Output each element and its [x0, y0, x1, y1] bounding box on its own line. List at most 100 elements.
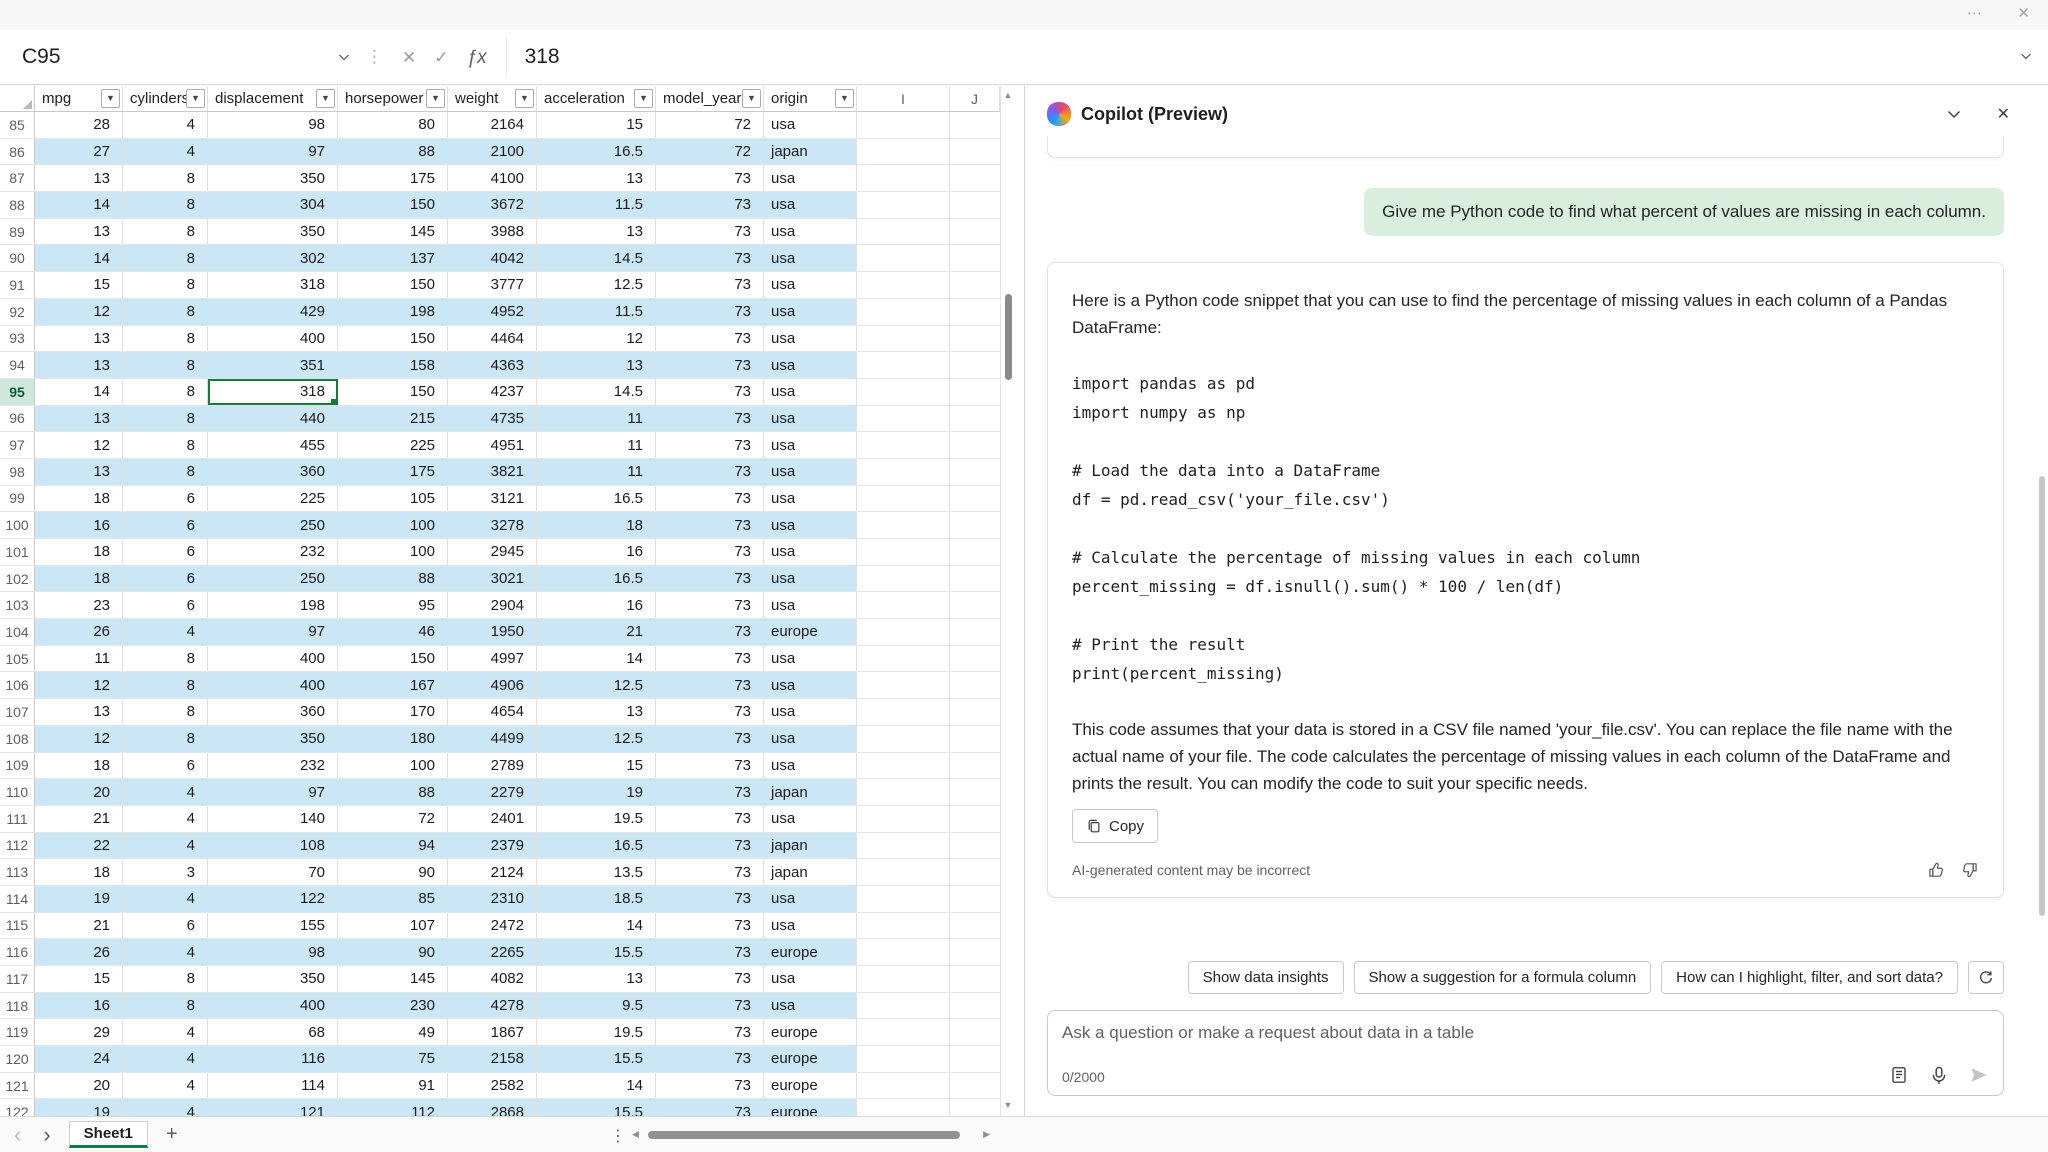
- cell[interactable]: 2265: [448, 939, 537, 965]
- cell[interactable]: [857, 112, 950, 138]
- cell[interactable]: 73: [656, 219, 764, 245]
- cell[interactable]: 21: [537, 619, 656, 645]
- cell[interactable]: [857, 272, 950, 298]
- cell[interactable]: 4951: [448, 432, 537, 458]
- cell[interactable]: 73: [656, 459, 764, 485]
- cell[interactable]: 12.5: [537, 726, 656, 752]
- cell[interactable]: [857, 592, 950, 618]
- cell[interactable]: 112: [338, 1099, 448, 1116]
- cell[interactable]: usa: [764, 566, 857, 592]
- cell[interactable]: [857, 299, 950, 325]
- cell[interactable]: [950, 1099, 1000, 1116]
- cell[interactable]: 18: [35, 566, 123, 592]
- suggestion-chip[interactable]: Show data insights: [1188, 961, 1344, 994]
- cell[interactable]: 28: [35, 112, 123, 138]
- cell[interactable]: europe: [764, 1073, 857, 1099]
- cell[interactable]: usa: [764, 592, 857, 618]
- table-column-header[interactable]: origin▼: [764, 86, 857, 111]
- vertical-scrollbar[interactable]: ▲ ▼: [1000, 86, 1015, 1116]
- cell[interactable]: [857, 939, 950, 965]
- cell[interactable]: 13: [35, 165, 123, 191]
- cell[interactable]: 6: [123, 539, 208, 565]
- cell[interactable]: 90: [338, 939, 448, 965]
- cell[interactable]: 13: [35, 219, 123, 245]
- cell[interactable]: [950, 1046, 1000, 1072]
- cell[interactable]: 73: [656, 486, 764, 512]
- cell[interactable]: europe: [764, 1019, 857, 1045]
- row-header[interactable]: 114: [0, 886, 35, 912]
- cell[interactable]: 13: [537, 219, 656, 245]
- row-header[interactable]: 111: [0, 806, 35, 832]
- cell[interactable]: 18: [537, 512, 656, 538]
- cell[interactable]: [857, 699, 950, 725]
- cell[interactable]: 11: [537, 459, 656, 485]
- cell[interactable]: [950, 245, 1000, 271]
- collapse-panel-icon[interactable]: [1947, 109, 1961, 119]
- row-header[interactable]: 117: [0, 966, 35, 992]
- cell[interactable]: 14.5: [537, 379, 656, 405]
- cell[interactable]: [857, 833, 950, 859]
- cell[interactable]: 4: [123, 1046, 208, 1072]
- cell[interactable]: 18: [35, 753, 123, 779]
- cell[interactable]: usa: [764, 326, 857, 352]
- cell[interactable]: 8: [123, 672, 208, 698]
- cell[interactable]: [950, 1019, 1000, 1045]
- cell[interactable]: 22: [35, 833, 123, 859]
- cell[interactable]: 88: [338, 139, 448, 165]
- cell[interactable]: 107: [338, 913, 448, 939]
- cell[interactable]: 225: [338, 432, 448, 458]
- cell[interactable]: 90: [338, 859, 448, 885]
- cell[interactable]: 73: [656, 646, 764, 672]
- cell[interactable]: 3: [123, 859, 208, 885]
- cell[interactable]: 8: [123, 459, 208, 485]
- cell[interactable]: 73: [656, 833, 764, 859]
- horizontal-scrollbar[interactable]: ◀ ▶: [632, 1117, 990, 1152]
- row-header[interactable]: 102: [0, 566, 35, 592]
- cell[interactable]: [950, 993, 1000, 1019]
- window-close-icon[interactable]: ✕: [2017, 6, 2030, 21]
- cell[interactable]: 100: [338, 539, 448, 565]
- sheet-tab[interactable]: Sheet1: [69, 1121, 148, 1148]
- cell[interactable]: [857, 165, 950, 191]
- cell[interactable]: usa: [764, 512, 857, 538]
- scroll-down-icon[interactable]: ▼: [1001, 1100, 1015, 1110]
- row-header[interactable]: 120: [0, 1046, 35, 1072]
- cell[interactable]: [857, 646, 950, 672]
- column-letter-header[interactable]: J: [950, 86, 1000, 111]
- cell[interactable]: 72: [656, 112, 764, 138]
- cell[interactable]: 13: [35, 406, 123, 432]
- cell[interactable]: 3821: [448, 459, 537, 485]
- cell[interactable]: 4464: [448, 326, 537, 352]
- cell[interactable]: [857, 459, 950, 485]
- cell[interactable]: europe: [764, 1046, 857, 1072]
- table-column-header[interactable]: acceleration▼: [537, 86, 656, 111]
- cell[interactable]: [857, 779, 950, 805]
- cell[interactable]: 3121: [448, 486, 537, 512]
- cell[interactable]: 4654: [448, 699, 537, 725]
- cell[interactable]: 225: [208, 486, 338, 512]
- cell[interactable]: 16.5: [537, 566, 656, 592]
- column-letter-header[interactable]: I: [857, 86, 950, 111]
- cell[interactable]: 100: [338, 753, 448, 779]
- cell[interactable]: [857, 806, 950, 832]
- cell[interactable]: 400: [208, 326, 338, 352]
- row-header[interactable]: 94: [0, 352, 35, 378]
- cell[interactable]: 15.5: [537, 1046, 656, 1072]
- cell[interactable]: [950, 886, 1000, 912]
- cell[interactable]: 19: [35, 886, 123, 912]
- cell[interactable]: 100: [338, 512, 448, 538]
- cell[interactable]: 97: [208, 779, 338, 805]
- cell[interactable]: 49: [338, 1019, 448, 1045]
- cell[interactable]: europe: [764, 939, 857, 965]
- cell[interactable]: 6: [123, 566, 208, 592]
- cell[interactable]: usa: [764, 272, 857, 298]
- cell[interactable]: 145: [338, 219, 448, 245]
- filter-dropdown-button[interactable]: ▼: [316, 89, 335, 108]
- table-column-header[interactable]: horsepower▼: [338, 86, 448, 111]
- cell[interactable]: 15: [35, 966, 123, 992]
- cell[interactable]: 8: [123, 299, 208, 325]
- cell[interactable]: 4: [123, 886, 208, 912]
- row-header[interactable]: 101: [0, 539, 35, 565]
- cell[interactable]: 8: [123, 219, 208, 245]
- cell[interactable]: [950, 966, 1000, 992]
